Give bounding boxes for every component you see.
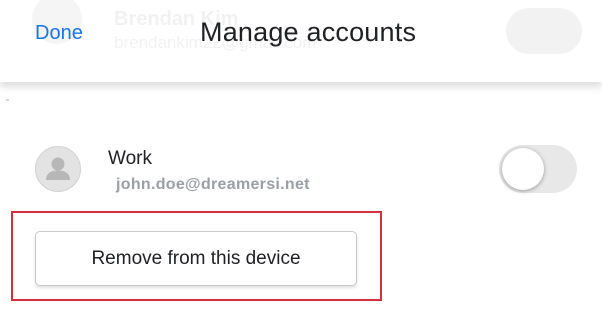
account-email: john.doe@dreamersi.net (116, 176, 310, 193)
done-button[interactable]: Done (35, 22, 83, 45)
person-icon (35, 146, 81, 192)
divider-mark (6, 99, 9, 101)
remove-from-device-button[interactable]: Remove from this device (35, 231, 357, 286)
account-name: Work (108, 148, 152, 169)
manage-accounts-screen: Brendan Kim brendankim22@gmail.com Done … (0, 0, 602, 317)
toggle-knob (502, 148, 544, 190)
header-bar: Brendan Kim brendankim22@gmail.com Done … (0, 0, 602, 82)
page-title: Manage accounts (200, 17, 417, 47)
background-account-toggle (506, 8, 582, 54)
account-toggle[interactable] (499, 145, 577, 193)
